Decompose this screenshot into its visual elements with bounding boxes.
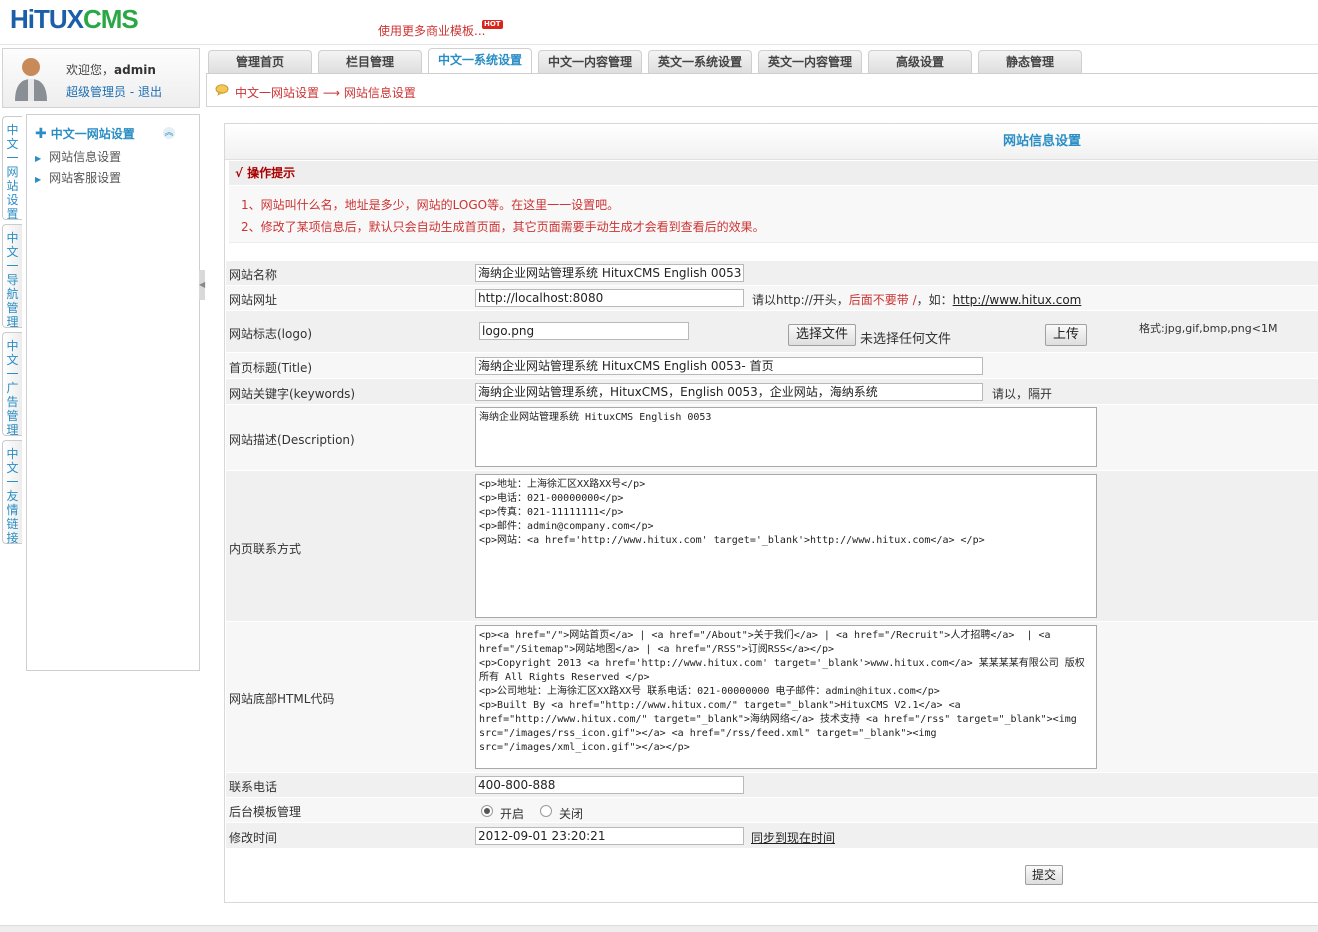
phone-label: 联系电话	[229, 780, 278, 794]
triangle-right-icon: ▶	[35, 175, 42, 184]
tips-heading: √ 操作提示	[229, 161, 1318, 185]
tab-home[interactable]: 管理首页	[208, 50, 312, 73]
description-label: 网站描述(Description)	[229, 433, 355, 447]
home-title-input[interactable]: 海纳企业网站管理系统 HituxCMS English 0053- 首页	[475, 357, 983, 375]
sidebar-toggle-handle[interactable]: ◀	[199, 270, 205, 300]
collapse-icon[interactable]: ︽	[163, 127, 175, 139]
site-url-input[interactable]: http://localhost:8080	[475, 289, 744, 307]
tab-en-system-settings[interactable]: 英文一系统设置	[648, 50, 752, 73]
user-links: 超级管理员 - 退出	[66, 83, 162, 100]
welcome-text: 欢迎您，admin	[66, 61, 156, 78]
speech-bubble-icon	[215, 84, 229, 96]
sync-time-link[interactable]: 同步到现在时间	[751, 829, 835, 846]
role-link[interactable]: 超级管理员	[66, 85, 126, 99]
logo-format-hint: 格式:jpg,gif,bmp,png<1M	[1139, 322, 1278, 335]
contact-textarea[interactable]: <p>地址：上海徐汇区XX路XX号</p> <p>电话：021-00000000…	[475, 474, 1097, 618]
sidebar-heading[interactable]: ✚ 中文一网站设置	[35, 125, 135, 142]
site-url-hint: 请以http://开头，后面不要带 /，如：http://www.hitux.c…	[752, 291, 1081, 308]
side-tab-links[interactable]: 中文一友情链接	[2, 440, 22, 545]
site-url-label: 网站网址	[229, 293, 278, 307]
link-separator: -	[129, 85, 135, 99]
breadcrumb: 中文一网站设置 ⟶ 网站信息设置	[235, 86, 416, 100]
choose-file-button[interactable]: 选择文件	[788, 324, 856, 346]
promo-link[interactable]: 使用更多商业模板...	[378, 22, 485, 39]
panel-title: 网站信息设置	[1003, 134, 1082, 149]
tab-cn-system-settings[interactable]: 中文一系统设置	[428, 48, 532, 73]
row-phone: 联系电话 400-800-888	[226, 773, 1318, 797]
logo-input[interactable]: logo.png	[479, 322, 689, 340]
row-site-name: 网站名称 海纳企业网站管理系统 HituxCMS English 0053	[226, 261, 1318, 285]
modified-time-label: 修改时间	[229, 831, 278, 845]
side-tab-ads[interactable]: 中文一广告管理	[2, 332, 22, 437]
sidebar-heading-label: 中文一网站设置	[50, 127, 135, 141]
logout-link[interactable]: 退出	[138, 85, 162, 99]
row-keywords: 网站关键字(keywords) 海纳企业网站管理系统，HituxCMS，Engl…	[226, 379, 1318, 404]
row-modified-time: 修改时间 2012-09-01 23:20:21 同步到现在时间	[226, 823, 1318, 848]
user-avatar-icon	[15, 58, 47, 101]
footer-html-textarea[interactable]: <p><a href="/">网站首页</a> | <a href="/Abou…	[475, 625, 1097, 769]
logo-text-cms: CMS	[83, 4, 139, 34]
user-name: admin	[114, 63, 156, 77]
row-logo: 网站标志(logo) logo.png 选择文件 未选择任何文件 上传 格式:j…	[226, 311, 1318, 352]
example-url-link[interactable]: http://www.hitux.com	[953, 293, 1082, 307]
row-home-title: 首页标题(Title) 海纳企业网站管理系统 HituxCMS English …	[226, 353, 1318, 378]
sidebar: ✚ 中文一网站设置 ︽ ▶ 网站信息设置 ▶ 网站客服设置	[26, 114, 200, 671]
triangle-right-icon: ▶	[35, 154, 42, 163]
radio-on[interactable]	[481, 805, 493, 817]
no-file-text: 未选择任何文件	[860, 332, 952, 347]
tab-cn-content[interactable]: 中文一内容管理	[538, 50, 642, 73]
panel-title-bar: 网站信息设置	[225, 124, 1318, 160]
side-tab-nav[interactable]: 中文一导航管理	[2, 224, 22, 329]
logo: HiTUXCMS	[10, 4, 139, 35]
site-url-hint-mid: ，如：	[916, 293, 953, 307]
footer-html-label: 网站底部HTML代码	[229, 692, 335, 706]
site-name-label: 网站名称	[229, 268, 278, 282]
tip-2: 2、修改了某项信息后，默认只会自动生成首页面，其它页面需要手动生成才会看到查看后…	[241, 220, 765, 234]
tab-columns[interactable]: 栏目管理	[318, 50, 422, 73]
logo-text-hitux: HiTUX	[10, 4, 84, 34]
radio-off-label: 关闭	[559, 807, 584, 821]
row-description: 网站描述(Description) 海纳企业网站管理系统 HituxCMS En…	[226, 405, 1318, 470]
logo-label: 网站标志(logo)	[229, 327, 312, 341]
tips-heading-label: √ 操作提示	[235, 166, 296, 180]
row-contact: 内页联系方式 <p>地址：上海徐汇区XX路XX号</p> <p>电话：021-0…	[226, 471, 1318, 621]
sidebar-item-customer-service[interactable]: ▶ 网站客服设置	[35, 169, 121, 186]
user-box: 欢迎您，admin 超级管理员 - 退出	[2, 48, 200, 108]
tips-box: 1、网站叫什么名，地址是多少，网站的LOGO等。在这里一一设置吧。 2、修改了某…	[229, 186, 1318, 243]
tab-advanced[interactable]: 高级设置	[868, 50, 972, 73]
sidebar-item-site-info[interactable]: ▶ 网站信息设置	[35, 148, 121, 165]
row-site-url: 网站网址 http://localhost:8080 请以http://开头，后…	[226, 286, 1318, 310]
description-textarea[interactable]: 海纳企业网站管理系统 HituxCMS English 0053	[475, 407, 1097, 467]
home-title-label: 首页标题(Title)	[229, 361, 313, 375]
header-divider	[0, 44, 1318, 45]
plus-icon: ✚	[35, 126, 47, 142]
keywords-hint: 请以，隔开	[992, 387, 1053, 401]
radio-on-label: 开启	[500, 807, 525, 821]
site-url-hint-prefix: 请以http://开头，	[752, 293, 849, 307]
sidebar-item-label: 网站客服设置	[49, 171, 122, 185]
site-url-hint-warning: 后面不要带 /	[848, 293, 917, 307]
modified-time-input[interactable]: 2012-09-01 23:20:21	[475, 827, 744, 845]
row-footer-html: 网站底部HTML代码 <p><a href="/">网站首页</a> | <a …	[226, 622, 1318, 772]
template-mgmt-label: 后台模板管理	[229, 805, 302, 819]
tab-en-content[interactable]: 英文一内容管理	[758, 50, 862, 73]
side-tab-site-settings[interactable]: 中文一网站设置	[2, 116, 22, 221]
hot-badge: HOT	[482, 20, 503, 29]
keywords-input[interactable]: 海纳企业网站管理系统，HituxCMS，English 0053，企业网站，海纳…	[475, 383, 983, 401]
tip-1: 1、网站叫什么名，地址是多少，网站的LOGO等。在这里一一设置吧。	[241, 198, 620, 212]
phone-input[interactable]: 400-800-888	[475, 776, 744, 794]
row-template-mgmt: 后台模板管理 开启 关闭	[226, 798, 1318, 822]
site-name-input[interactable]: 海纳企业网站管理系统 HituxCMS English 0053	[475, 264, 744, 282]
tab-static[interactable]: 静态管理	[978, 50, 1082, 73]
submit-button[interactable]: 提交	[1025, 865, 1063, 885]
sidebar-item-label: 网站信息设置	[49, 150, 122, 164]
keywords-label: 网站关键字(keywords)	[229, 387, 356, 401]
upload-button[interactable]: 上传	[1045, 324, 1087, 346]
contact-label: 内页联系方式	[229, 542, 302, 556]
radio-off[interactable]	[540, 805, 552, 817]
welcome-label: 欢迎您，	[66, 63, 115, 77]
